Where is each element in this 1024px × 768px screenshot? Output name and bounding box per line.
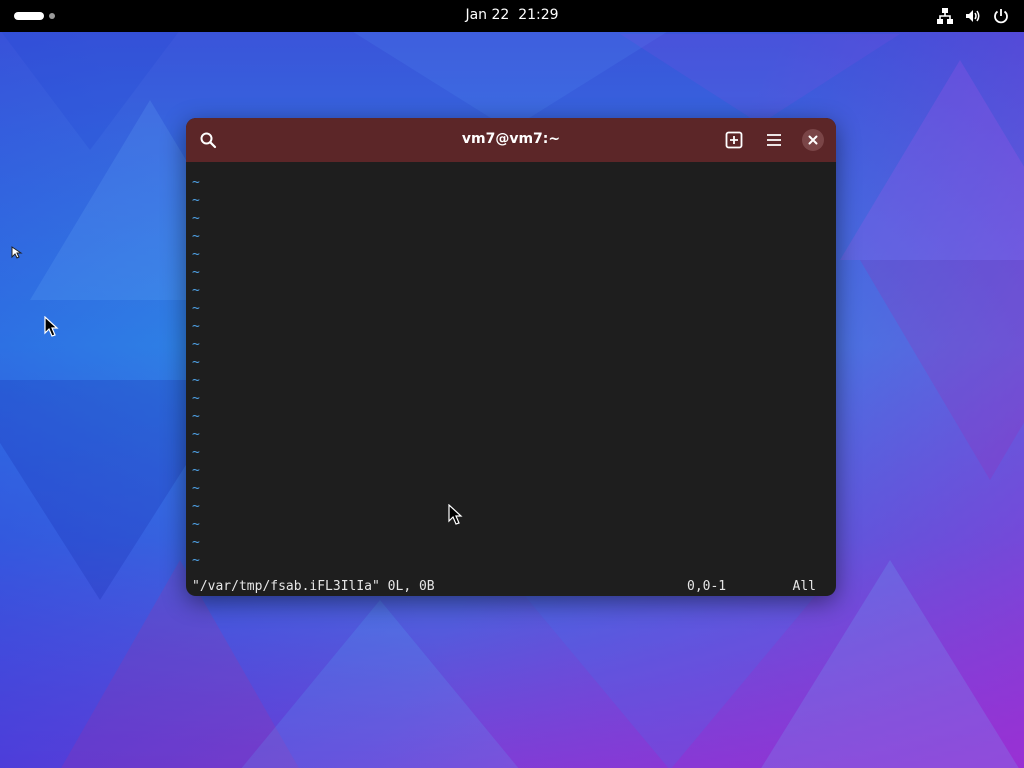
mouse-pointer-icon [44,316,59,337]
empty-line-marker: ~ [192,409,200,424]
clock[interactable]: Jan 22 21:29 [412,7,612,23]
top-bar: Jan 22 21:29 [0,0,1024,32]
vim-editor[interactable]: ~ ~ ~ ~ ~ ~ ~ ~ ~ ~ ~ ~ ~ ~ ~ ~ ~ ~ ~ ~ ~ ~ "/var/tmp/fsab.iF… [186,162,836,596]
new-tab-icon[interactable] [722,128,746,152]
network-icon[interactable] [936,7,954,25]
empty-line-marker: ~ [192,283,200,298]
clock-time: 21:29 [518,7,559,23]
empty-line-marker: ~ [192,175,200,190]
empty-line-marker: ~ [192,373,200,388]
empty-line-marker: ~ [192,337,200,352]
empty-line-marker: ~ [192,319,200,334]
empty-line-marker: ~ [192,229,200,244]
terminal-headerbar[interactable]: vm7@vm7:~ [186,118,836,162]
power-icon[interactable] [992,7,1010,25]
volume-icon[interactable] [964,7,982,25]
active-workspace-pill [14,12,44,20]
search-icon[interactable] [196,128,220,152]
empty-line-marker: ~ [192,391,200,406]
empty-line-marker: ~ [192,553,200,568]
terminal-window[interactable]: vm7@vm7:~ ~ ~ ~ ~ ~ ~ ~ ~ ~ ~ ~ ~ ~ ~ ~ ~ ~ ~ ~ ~ ~ ~ "/var/t… [186,118,836,596]
empty-line-marker: ~ [192,265,200,280]
system-tray[interactable] [936,6,1010,26]
empty-line-marker: ~ [192,355,200,370]
inactive-workspace-dot [49,13,55,19]
activities-workspace-indicator[interactable] [14,11,74,21]
status-scroll-indicator: All [792,579,816,594]
empty-line-marker: ~ [192,211,200,226]
window-title: vm7@vm7:~ [461,131,561,147]
empty-line-marker: ~ [192,517,200,532]
vim-status-line: "/var/tmp/fsab.iFL3IlIa" 0L, 0B 0,0-1 Al… [192,578,824,596]
empty-line-marker: ~ [192,247,200,262]
empty-line-marker: ~ [192,481,200,496]
status-cursor-position: 0,0-1 [687,579,727,594]
empty-line-marker: ~ [192,301,200,316]
desktop-pointer-small-icon [11,246,23,259]
empty-line-marker: ~ [192,427,200,442]
empty-line-marker: ~ [192,463,200,478]
empty-line-marker: ~ [192,445,200,460]
empty-line-marker: ~ [192,535,200,550]
status-file-info: "/var/tmp/fsab.iFL3IlIa" 0L, 0B [192,579,435,594]
clock-date: Jan 22 [465,7,510,23]
empty-line-marker: ~ [192,499,200,514]
close-icon[interactable] [802,129,824,151]
empty-line-marker: ~ [192,193,200,208]
mouse-pointer-icon [448,504,463,525]
menu-icon[interactable] [762,128,786,152]
